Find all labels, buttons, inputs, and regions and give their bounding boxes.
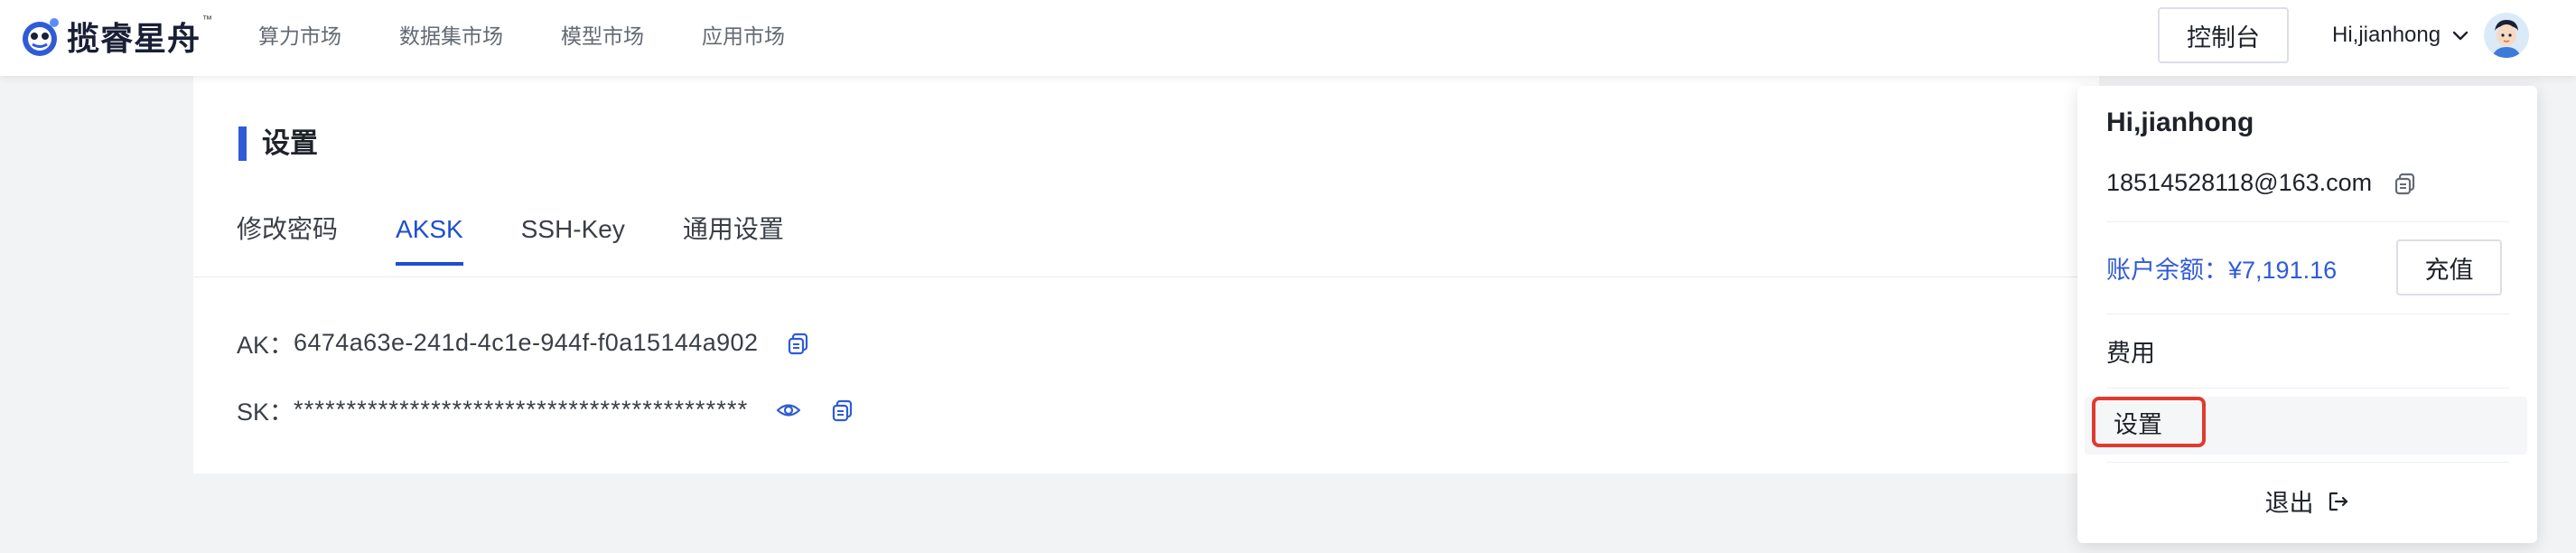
sk-label: SK： [237,398,294,426]
user-greeting: Hi,jianhong [2332,23,2441,47]
tab-general-settings[interactable]: 通用设置 [683,211,784,266]
nav-item-model-market[interactable]: 模型市场 [561,19,644,50]
dropdown-email-row: 18514528118@163.com [2106,169,2419,197]
nav-item-compute-market[interactable]: 算力市场 [258,19,341,50]
recharge-button[interactable]: 充值 [2396,239,2502,295]
avatar[interactable] [2484,13,2530,58]
top-header: 揽睿星舟 ™ 算力市场 数据集市场 模型市场 应用市场 控制台 Hi,jianh… [0,0,2576,76]
console-button[interactable]: 控制台 [2158,7,2289,63]
user-menu-trigger[interactable]: Hi,jianhong [2332,9,2530,61]
menu-item-settings-row[interactable]: 设置 [2085,397,2527,455]
ak-row: AK： 6474a63e-241d-4c1e-944f-f0a15144a902 [237,325,812,361]
logo-mark-icon [23,18,59,56]
ak-value: 6474a63e-241d-4c1e-944f-f0a15144a902 [294,329,759,356]
settings-tabs: 修改密码 AKSK SSH-Key 通用设置 [237,211,842,266]
dropdown-divider [2106,462,2509,463]
chevron-down-icon [2452,31,2469,41]
dropdown-email: 18514528118@163.com [2106,169,2373,196]
ak-label: AK： [237,332,294,359]
brand-name: 揽睿星舟 [67,20,201,58]
menu-item-settings[interactable]: 设置 [2092,397,2206,447]
logout-icon [2329,492,2347,511]
copy-icon[interactable] [829,397,856,424]
title-accent-bar [238,127,247,161]
brand-trademark: ™ [202,14,213,25]
dropdown-divider [2106,388,2509,389]
account-balance: 账户余额：¥7,191.16 [2106,257,2338,284]
nav-item-app-market[interactable]: 应用市场 [702,19,785,50]
eye-icon[interactable] [775,397,802,424]
nav-item-dataset-market[interactable]: 数据集市场 [399,19,503,50]
copy-icon[interactable] [2392,170,2419,197]
tab-aksk[interactable]: AKSK [396,211,463,266]
sk-value-masked: ****************************************… [294,396,749,423]
dropdown-divider [2106,221,2509,222]
sk-row: SK： ************************************… [237,392,856,427]
copy-icon[interactable] [785,330,812,357]
menu-item-fees[interactable]: 费用 [2106,333,2155,369]
user-dropdown-menu: Hi,jianhong 18514528118@163.com 账户余额：¥7,… [2077,86,2537,543]
tab-divider [193,276,2099,277]
settings-card: 设置 修改密码 AKSK SSH-Key 通用设置 AK： 6474a63e-2… [193,76,2099,473]
dropdown-username: Hi,jianhong [2106,108,2254,137]
main-nav: 算力市场 数据集市场 模型市场 应用市场 [258,0,843,69]
brand-logo[interactable]: 揽睿星舟 ™ [18,11,212,61]
page-title: 设置 [262,127,318,159]
logout-label: 退出 [2264,490,2314,517]
logout-button[interactable]: 退出 [2077,483,2537,519]
tab-change-password[interactable]: 修改密码 [237,211,338,266]
tab-ssh-key[interactable]: SSH-Key [521,211,625,266]
